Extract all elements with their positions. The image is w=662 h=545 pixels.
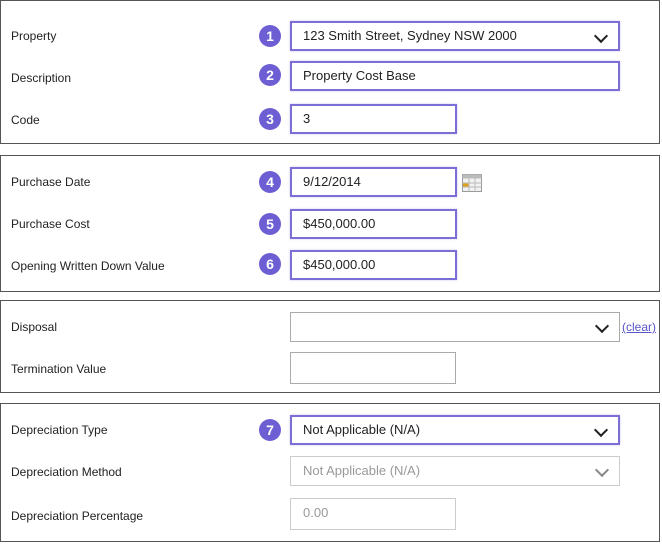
- owdv-row: Opening Written Down Value 6 $450,000.00: [1, 246, 659, 286]
- depreciation-percentage-row: Depreciation Percentage 0.00: [1, 496, 659, 536]
- callout-badge-5: 5: [259, 213, 281, 235]
- description-input[interactable]: Property Cost Base: [290, 61, 620, 91]
- termination-label: Termination Value: [11, 362, 107, 376]
- property-row: Property 1 123 Smith Street, Sydney NSW …: [1, 16, 659, 56]
- chevron-down-icon: [594, 318, 610, 334]
- clear-disposal-link[interactable]: (clear): [622, 320, 656, 334]
- owdv-label: Opening Written Down Value: [11, 259, 165, 273]
- callout-badge-2: 2: [259, 64, 281, 86]
- callout-badge-7: 7: [259, 419, 281, 441]
- callout-badge-1: 1: [259, 25, 281, 47]
- chevron-down-icon: [593, 422, 609, 438]
- property-select-value: 123 Smith Street, Sydney NSW 2000: [303, 28, 517, 43]
- code-label: Code: [11, 113, 40, 127]
- callout-badge-4: 4: [259, 171, 281, 193]
- purchase-cost-input[interactable]: $450,000.00: [290, 209, 457, 239]
- owdv-value: $450,000.00: [303, 257, 376, 272]
- depreciation-section: Depreciation Type 7 Not Applicable (N/A)…: [0, 403, 660, 542]
- description-input-value: Property Cost Base: [303, 68, 416, 83]
- purchase-date-value: 9/12/2014: [303, 174, 361, 189]
- depreciation-method-row: Depreciation Method Not Applicable (N/A): [1, 452, 659, 492]
- description-label: Description: [11, 71, 72, 85]
- depreciation-type-label: Depreciation Type: [11, 423, 108, 437]
- property-select[interactable]: 123 Smith Street, Sydney NSW 2000: [290, 21, 620, 51]
- code-row: Code 3 3: [1, 100, 659, 140]
- purchase-cost-label: Purchase Cost: [11, 217, 90, 231]
- depreciation-type-select[interactable]: Not Applicable (N/A): [290, 415, 620, 445]
- code-input-value: 3: [303, 111, 311, 126]
- depreciation-method-label: Depreciation Method: [11, 465, 122, 479]
- chevron-down-icon: [594, 462, 610, 478]
- purchase-date-row: Purchase Date 4 9/12/2014: [1, 162, 659, 202]
- depreciation-percentage-placeholder: 0.00: [303, 505, 329, 520]
- depreciation-method-select[interactable]: Not Applicable (N/A): [290, 456, 620, 486]
- termination-input[interactable]: [290, 352, 456, 384]
- depreciation-type-row: Depreciation Type 7 Not Applicable (N/A): [1, 410, 659, 450]
- calendar-icon[interactable]: [462, 174, 482, 192]
- description-row: Description 2 Property Cost Base: [1, 58, 659, 98]
- owdv-input[interactable]: $450,000.00: [290, 250, 457, 280]
- chevron-down-icon: [593, 28, 609, 44]
- purchase-section: Purchase Date 4 9/12/2014 Purchase Cost …: [0, 155, 660, 292]
- disposal-row: Disposal (clear): [1, 307, 659, 347]
- depreciation-type-value: Not Applicable (N/A): [303, 422, 421, 437]
- property-label: Property: [11, 29, 57, 43]
- disposal-select[interactable]: [290, 312, 620, 342]
- purchase-date-label: Purchase Date: [11, 175, 91, 189]
- disposal-label: Disposal: [11, 320, 58, 334]
- purchase-date-input[interactable]: 9/12/2014: [290, 167, 457, 197]
- termination-row: Termination Value: [1, 349, 659, 389]
- depreciation-percentage-label: Depreciation Percentage: [11, 509, 144, 523]
- depreciation-method-value: Not Applicable (N/A): [303, 463, 421, 478]
- disposal-section: Disposal (clear) Termination Value: [0, 300, 660, 393]
- purchase-cost-row: Purchase Cost 5 $450,000.00: [1, 204, 659, 244]
- general-section: Property 1 123 Smith Street, Sydney NSW …: [0, 0, 660, 144]
- code-input[interactable]: 3: [290, 104, 457, 134]
- depreciation-percentage-input[interactable]: 0.00: [290, 498, 456, 530]
- callout-badge-3: 3: [259, 108, 281, 130]
- callout-badge-6: 6: [259, 253, 281, 275]
- purchase-cost-value: $450,000.00: [303, 216, 376, 231]
